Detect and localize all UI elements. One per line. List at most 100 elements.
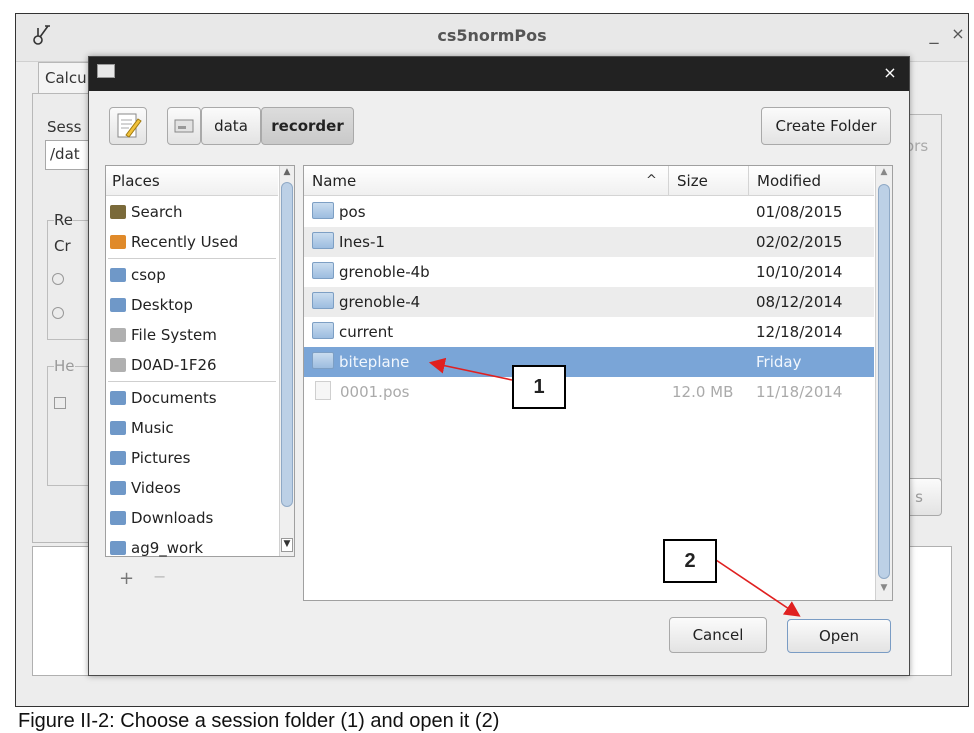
scrollbar-thumb[interactable] xyxy=(878,184,890,579)
sidebar-item-label: Videos xyxy=(131,479,181,497)
open-button[interactable]: Open xyxy=(787,619,891,653)
checkbox[interactable] xyxy=(54,397,66,409)
add-place-icon[interactable]: + xyxy=(119,568,134,589)
create-folder-button[interactable]: Create Folder xyxy=(761,107,891,145)
videos-folder-icon xyxy=(110,481,126,495)
file-row[interactable]: pos 01/08/2015 xyxy=(304,197,874,227)
figure-caption: Figure II-2: Choose a session folder (1)… xyxy=(18,710,500,732)
file-row[interactable]: grenoble-4b 10/10/2014 xyxy=(304,257,874,287)
sidebar-item-pictures[interactable]: Pictures xyxy=(106,443,278,473)
sidebar-item-downloads[interactable]: Downloads xyxy=(106,503,278,533)
sidebar-item-label: Recently Used xyxy=(131,233,239,251)
folder-icon xyxy=(312,322,334,339)
sidebar-item-videos[interactable]: Videos xyxy=(106,473,278,503)
column-name[interactable]: Name xyxy=(304,166,666,196)
sidebar-item-d0ad-1f26[interactable]: D0AD-1F26 xyxy=(106,350,278,380)
file-row[interactable]: biteplane Friday xyxy=(304,347,874,377)
group-sublabel: Cr xyxy=(54,237,71,255)
sidebar-item-file-system[interactable]: File System xyxy=(106,320,278,350)
folder-icon xyxy=(312,232,334,249)
scroll-up-icon[interactable]: ▲ xyxy=(281,167,293,181)
sort-ascending-icon: ^ xyxy=(646,173,657,188)
folder-icon xyxy=(312,262,334,279)
downloads-folder-icon xyxy=(110,511,126,525)
dialog-titlebar: × xyxy=(89,57,909,91)
file-list: Name ^ Size Modified pos 01/08/2015 Ines-1… xyxy=(303,165,893,601)
folder-icon xyxy=(312,202,334,219)
sidebar-item-label: Music xyxy=(131,419,174,437)
type-location-button[interactable] xyxy=(109,107,147,145)
radio-button[interactable] xyxy=(52,273,64,285)
cancel-button[interactable]: Cancel xyxy=(669,617,767,653)
file-name: grenoble-4 xyxy=(339,293,421,311)
file-modified: 01/08/2015 xyxy=(756,203,843,221)
file-name-cell: grenoble-4 xyxy=(312,287,420,317)
places-sidebar: Places Search Recently Used csop Desktop Fil… xyxy=(105,165,295,557)
sidebar-item-csop[interactable]: csop xyxy=(106,260,278,290)
file-name-cell: pos xyxy=(312,197,366,227)
breadcrumb-data[interactable]: data xyxy=(201,107,261,145)
separator xyxy=(108,381,276,382)
binoculars-icon xyxy=(110,205,126,219)
sidebar-item-label: Documents xyxy=(131,389,217,407)
sidebar-item-ag9-work[interactable]: ag9_work xyxy=(106,533,278,563)
sidebar-item-recently-used[interactable]: Recently Used xyxy=(106,227,278,257)
drive-icon xyxy=(174,119,194,133)
file-row[interactable]: 0001.pos 12.0 MB 11/18/2014 xyxy=(304,377,874,407)
breadcrumb-drive[interactable] xyxy=(167,107,201,145)
file-name-cell: grenoble-4b xyxy=(312,257,430,287)
file-row[interactable]: Ines-1 02/02/2015 xyxy=(304,227,874,257)
file-list-header: Name ^ Size Modified xyxy=(304,166,874,196)
window-icon xyxy=(97,64,115,78)
file-name-cell: biteplane xyxy=(312,347,409,377)
file-name: current xyxy=(339,323,394,341)
pictures-folder-icon xyxy=(110,451,126,465)
file-name-cell: current xyxy=(312,317,393,347)
sidebar-item-search[interactable]: Search xyxy=(106,197,278,227)
file-row[interactable]: grenoble-4 08/12/2014 xyxy=(304,287,874,317)
group2-label: He xyxy=(54,357,75,375)
scrollbar-thumb[interactable] xyxy=(281,182,293,507)
session-path-value: /dat xyxy=(50,145,80,163)
app-title: cs5normPos xyxy=(437,26,547,45)
file-list-scrollbar[interactable]: ▲ ▼ xyxy=(875,166,892,600)
scroll-down-icon[interactable]: ▼ xyxy=(878,583,890,597)
file-modified: 08/12/2014 xyxy=(756,293,843,311)
callout-1: 1 xyxy=(512,365,566,409)
file-row[interactable]: current 12/18/2014 xyxy=(304,317,874,347)
close-icon[interactable]: × xyxy=(879,63,901,85)
file-name: 0001.pos xyxy=(340,383,410,401)
file-name: pos xyxy=(339,203,366,221)
close-icon[interactable]: × xyxy=(946,24,970,48)
folder-icon xyxy=(312,292,334,309)
remove-place-icon[interactable]: − xyxy=(153,567,166,586)
scroll-up-icon[interactable]: ▲ xyxy=(878,167,890,181)
clock-icon xyxy=(110,235,126,249)
breadcrumb-recorder[interactable]: recorder xyxy=(261,107,354,145)
sidebar-item-documents[interactable]: Documents xyxy=(106,383,278,413)
places-scrollbar[interactable]: ▲ ▼ xyxy=(279,166,294,556)
separator xyxy=(108,258,276,259)
music-folder-icon xyxy=(110,421,126,435)
file-size: 12.0 MB xyxy=(672,383,734,401)
column-size[interactable]: Size xyxy=(668,166,748,196)
session-label: Sess xyxy=(47,118,82,136)
home-folder-icon xyxy=(110,268,126,282)
group-label: Re xyxy=(54,211,73,229)
sidebar-item-label: Downloads xyxy=(131,509,214,527)
file-modified: 11/18/2014 xyxy=(756,383,843,401)
sidebar-item-desktop[interactable]: Desktop xyxy=(106,290,278,320)
sidebar-item-music[interactable]: Music xyxy=(106,413,278,443)
drive-icon xyxy=(110,358,126,372)
file-name: grenoble-4b xyxy=(339,263,430,281)
sidebar-item-label: csop xyxy=(131,266,166,284)
file-name-cell: Ines-1 xyxy=(312,227,385,257)
minimize-icon[interactable]: _ xyxy=(922,24,946,48)
drive-icon xyxy=(110,328,126,342)
column-modified[interactable]: Modified xyxy=(748,166,868,196)
callout-2: 2 xyxy=(663,539,717,583)
scroll-down-icon[interactable]: ▼ xyxy=(281,538,293,552)
file-modified: Friday xyxy=(756,353,802,371)
radio-button[interactable] xyxy=(52,307,64,319)
pencil-icon xyxy=(117,113,142,138)
